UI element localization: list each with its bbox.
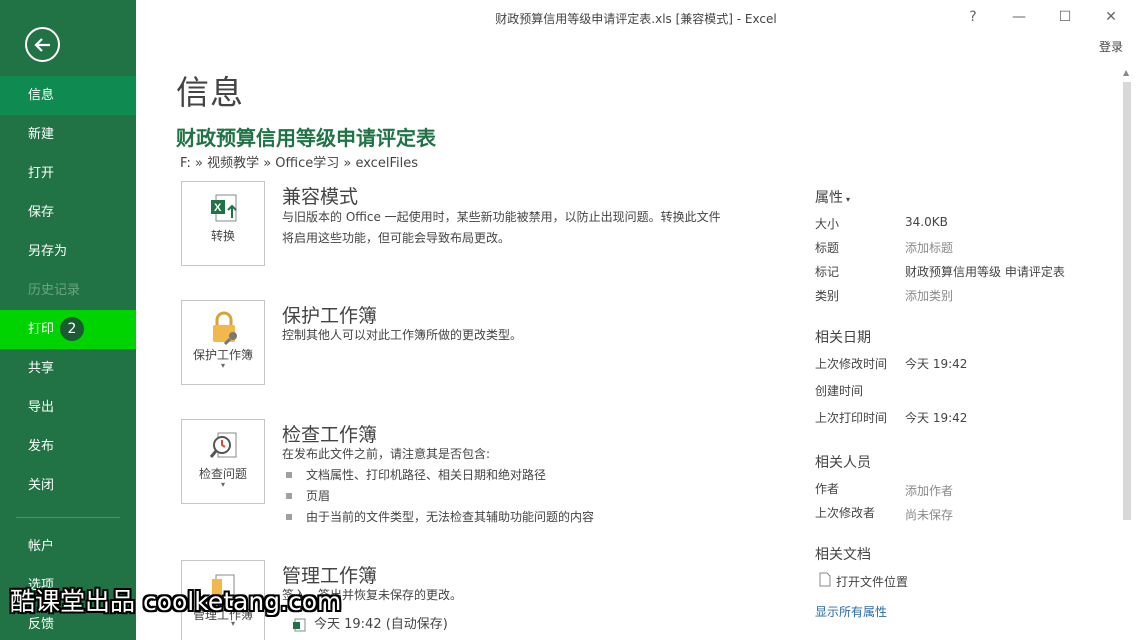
prop-key: 大小 xyxy=(815,217,840,231)
nav-label: 打开 xyxy=(28,166,55,181)
close-window-button[interactable]: ✕ xyxy=(1096,6,1126,28)
properties-dropdown[interactable]: 属性 ▾ xyxy=(815,187,850,207)
vertical-scrollbar[interactable]: ▲ xyxy=(1120,66,1134,640)
back-arrow-icon xyxy=(34,38,50,52)
document-icon xyxy=(819,572,831,587)
prop-key: 标记 xyxy=(815,265,840,279)
chevron-down-icon: ▾ xyxy=(220,480,225,489)
nav-label: 保存 xyxy=(28,205,55,220)
inspect-bullet: 文档属性、打印机路径、相关日期和绝对路径 xyxy=(286,466,546,483)
excel-convert-icon: X xyxy=(211,194,237,222)
add-category-field[interactable]: 添加类别 xyxy=(905,287,953,304)
inspect-bullet: 页眉 xyxy=(286,487,330,504)
prop-key: 上次修改者 xyxy=(815,506,876,520)
prop-value: 今天 19:42 xyxy=(905,411,968,425)
nav-item-save[interactable]: 保存 xyxy=(0,193,136,232)
protect-workbook-button[interactable]: 保护工作簿 ▾ xyxy=(181,300,265,385)
scroll-thumb[interactable] xyxy=(1123,82,1131,520)
tags-field[interactable]: 财政预算信用等级 申请评定表 xyxy=(905,263,1065,280)
nav-label: 导出 xyxy=(28,400,55,415)
step-badge: 2 xyxy=(60,316,85,341)
related-people-header: 相关人员 xyxy=(815,455,871,471)
add-author-field[interactable]: 添加作者 xyxy=(905,482,953,499)
nav-item-history: 历史记录 xyxy=(0,271,136,310)
chevron-down-icon: ▾ xyxy=(846,195,851,204)
nav-item-account[interactable]: 帐户 xyxy=(0,527,136,566)
prop-value: 34.0KB xyxy=(905,215,948,229)
nav-item-publish[interactable]: 发布 xyxy=(0,427,136,466)
nav-item-export[interactable]: 导出 xyxy=(0,388,136,427)
prop-value: 尚未保存 xyxy=(905,508,954,522)
sign-in-link[interactable]: 登录 xyxy=(1099,38,1123,55)
prop-key: 上次修改时间 xyxy=(815,357,888,371)
nav-label: 新建 xyxy=(28,127,55,142)
prop-key: 类别 xyxy=(815,289,840,303)
nav-label: 发布 xyxy=(28,439,55,454)
section-title: 检查工作簿 xyxy=(282,424,378,446)
inspect-document-icon xyxy=(209,432,237,458)
convert-button[interactable]: X 转换 xyxy=(181,181,265,266)
nav-item-save-as[interactable]: 另存为 xyxy=(0,232,136,271)
nav-label: 帐户 xyxy=(28,539,55,554)
section-description: 在发布此文件之前，请注意其是否包含: xyxy=(282,447,491,461)
add-title-field[interactable]: 添加标题 xyxy=(905,239,953,256)
excel-file-icon xyxy=(293,618,306,631)
page-title: 信息 xyxy=(176,73,244,112)
nav-label: 共享 xyxy=(28,361,55,376)
svg-text:X: X xyxy=(214,202,222,214)
help-button[interactable]: ? xyxy=(958,6,988,28)
chevron-down-icon: ▾ xyxy=(230,619,235,628)
prop-key: 创建时间 xyxy=(815,384,864,398)
open-file-location-link[interactable]: 打开文件位置 xyxy=(836,573,908,590)
back-button[interactable] xyxy=(25,27,60,62)
nav-label: 反馈 xyxy=(28,617,55,632)
prop-key: 作者 xyxy=(815,482,840,496)
properties-header: 属性 xyxy=(815,190,843,206)
check-for-issues-button[interactable]: 检查问题 ▾ xyxy=(181,419,265,504)
tile-label: 转换 xyxy=(210,229,235,243)
prop-value: 今天 19:42 xyxy=(905,357,968,371)
related-dates-header: 相关日期 xyxy=(815,330,871,346)
section-title: 保护工作簿 xyxy=(282,305,378,327)
nav-item-share[interactable]: 共享 xyxy=(0,349,136,388)
maximize-button[interactable]: ☐ xyxy=(1050,6,1080,28)
nav-divider xyxy=(16,517,120,518)
nav-item-info[interactable]: 信息 xyxy=(0,76,136,115)
chevron-down-icon: ▾ xyxy=(220,361,225,370)
section-description: 与旧版本的 Office 一起使用时，某些新功能被禁用，以防止出现问题。转换此文… xyxy=(282,210,721,245)
nav-item-open[interactable]: 打开 xyxy=(0,154,136,193)
prop-key: 上次打印时间 xyxy=(815,411,888,425)
nav-label: 打印 xyxy=(28,322,55,337)
scroll-up-arrow-icon[interactable]: ▲ xyxy=(1123,68,1129,77)
section-title: 兼容模式 xyxy=(282,186,359,208)
document-path[interactable]: F: » 视频教学 » Office学习 » excelFiles xyxy=(180,152,418,171)
prop-key: 标题 xyxy=(815,241,840,255)
lock-key-icon xyxy=(213,311,237,345)
nav-label: 另存为 xyxy=(28,244,68,259)
watermark: 酷课堂出品 coolketang.com xyxy=(10,587,342,616)
version-label: 今天 19:42 (自动保存) xyxy=(314,617,448,632)
related-documents-header: 相关文档 xyxy=(815,547,871,563)
show-all-properties-link[interactable]: 显示所有属性 xyxy=(815,603,887,620)
nav-label: 信息 xyxy=(28,88,55,103)
document-title: 财政预算信用等级申请评定表 xyxy=(176,126,436,150)
section-description: 签入、签出并恢复未保存的更改。 xyxy=(282,588,463,602)
nav-item-close[interactable]: 关闭 xyxy=(0,466,136,505)
backstage-nav: 信息 新建 打开 保存 另存为 历史记录 打印 2 共享 导出 发布 关闭 帐户 … xyxy=(0,0,136,640)
nav-label: 历史记录 xyxy=(28,283,81,298)
nav-item-new[interactable]: 新建 xyxy=(0,115,136,154)
nav-item-print[interactable]: 打印 2 xyxy=(0,310,136,349)
minimize-button[interactable]: — xyxy=(1004,6,1034,28)
section-description: 控制其他人可以对此工作簿所做的更改类型。 xyxy=(282,328,523,342)
nav-label: 关闭 xyxy=(28,478,55,493)
inspect-bullet: 由于当前的文件类型，无法检查其辅助功能问题的内容 xyxy=(286,508,594,525)
